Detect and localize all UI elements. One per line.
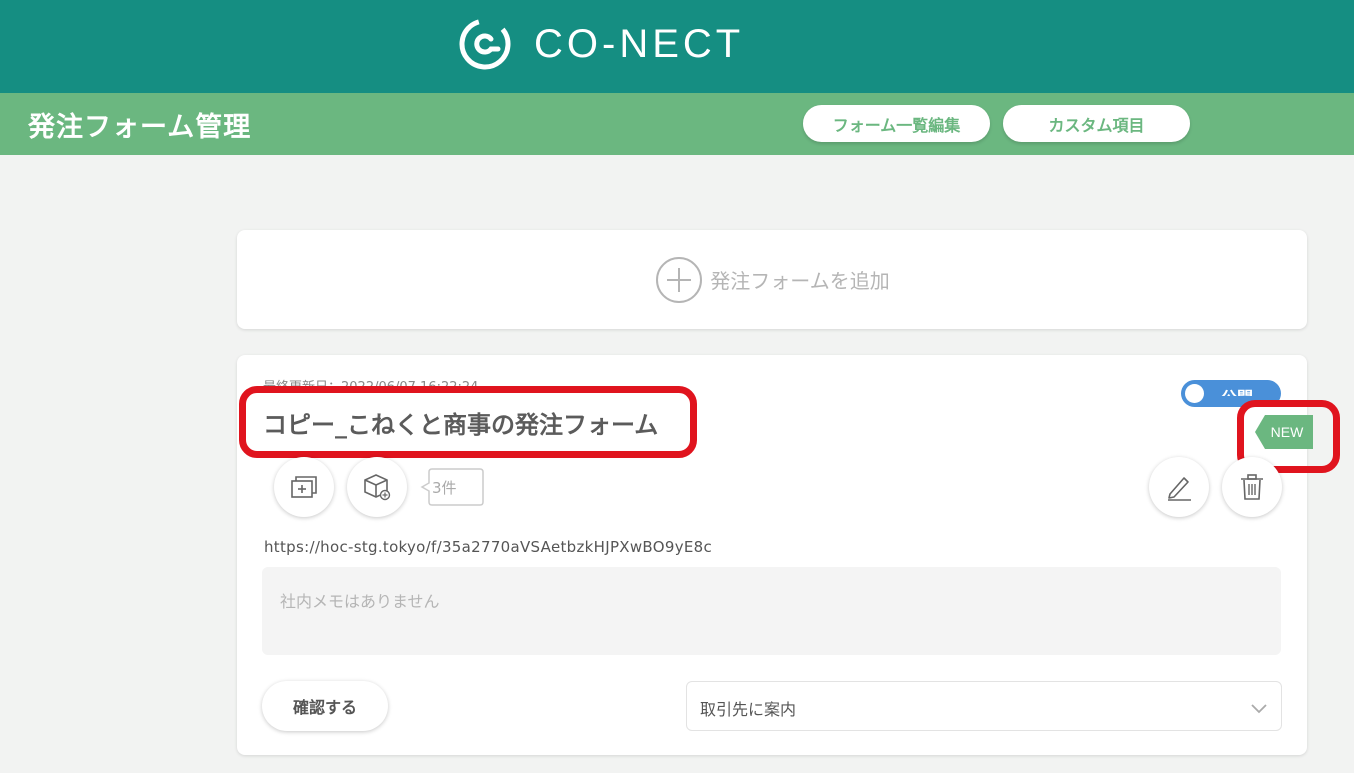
product-box-icon: [364, 474, 391, 501]
delete-form-button[interactable]: [1222, 457, 1282, 517]
add-form-card[interactable]: 発注フォームを追加: [237, 230, 1307, 329]
title-highlight-box: [239, 386, 697, 458]
form-url[interactable]: https://hoc-stg.tokyo/f/35a2770aVSAetbzk…: [264, 538, 712, 556]
copy-form-button[interactable]: [274, 457, 334, 517]
copy-form-icon: [291, 476, 317, 498]
toggle-knob: [1185, 384, 1204, 403]
custom-fields-button[interactable]: カスタム項目: [1003, 105, 1190, 142]
publish-toggle-label: 公開: [1221, 384, 1253, 396]
share-select[interactable]: 取引先に案内: [686, 681, 1282, 731]
share-select-value: 取引先に案内: [700, 700, 797, 719]
chevron-down-icon: [1251, 704, 1267, 714]
product-count: 3件: [432, 479, 457, 497]
product-settings-button[interactable]: [347, 457, 407, 517]
product-count-bubble: 3件: [420, 467, 484, 507]
sub-header: 発注フォーム管理 フォーム一覧編集 カスタム項目: [0, 93, 1354, 155]
conect-logo-icon: [459, 18, 511, 70]
logo-text: CO-NECT: [534, 21, 745, 66]
memo-placeholder: 社内メモはありません: [280, 592, 440, 611]
order-form-card: 最終更新日：2022/06/07 16:22:24 コピー_こねくと商事の発注フ…: [237, 355, 1340, 755]
pencil-icon: [1168, 477, 1191, 501]
page-title: 発注フォーム管理: [28, 112, 252, 143]
internal-memo[interactable]: 社内メモはありません: [262, 567, 1281, 655]
confirm-button[interactable]: 確認する: [262, 681, 388, 731]
top-header: CO-NECT: [0, 0, 1354, 93]
form-list-edit-button[interactable]: フォーム一覧編集: [803, 105, 990, 142]
logo[interactable]: CO-NECT: [458, 17, 744, 71]
edit-form-button[interactable]: [1149, 457, 1209, 517]
add-form-label: 発注フォームを追加: [710, 269, 890, 293]
trash-icon: [1241, 474, 1263, 500]
plus-circle-icon: [656, 256, 703, 303]
